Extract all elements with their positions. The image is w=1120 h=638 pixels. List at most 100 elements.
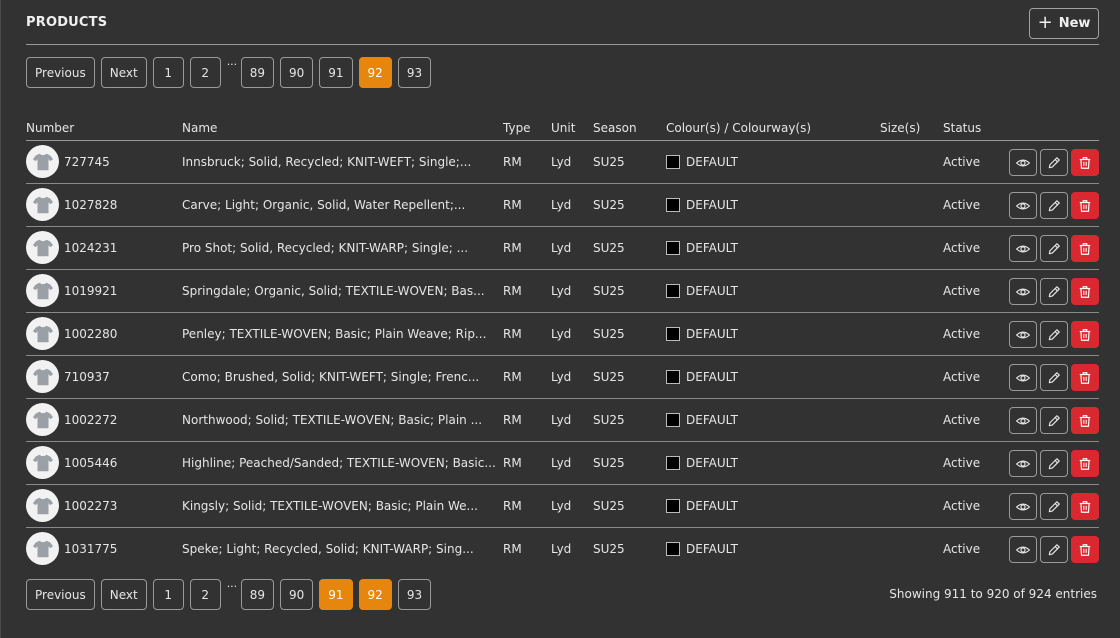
view-button[interactable]	[1009, 321, 1037, 348]
pagination-bottom-page-91[interactable]: 91	[319, 579, 353, 610]
new-product-button[interactable]: + New	[1029, 8, 1099, 39]
colour-label: DEFAULT	[686, 327, 738, 341]
view-button[interactable]	[1009, 192, 1037, 219]
delete-button[interactable]	[1071, 407, 1099, 434]
delete-button[interactable]	[1071, 321, 1099, 348]
view-button[interactable]	[1009, 493, 1037, 520]
cell-status: Active	[943, 499, 981, 513]
pagination-bottom-page-1[interactable]: 1	[152, 579, 184, 610]
pagination-bottom-next-button[interactable]: Next	[100, 579, 147, 610]
delete-button[interactable]	[1071, 536, 1099, 563]
cell-status: Active	[943, 370, 981, 384]
column-header-colour-s-colourway-s: Colour(s) / Colourway(s)	[666, 121, 812, 135]
view-button[interactable]	[1009, 235, 1037, 262]
edit-button[interactable]	[1040, 149, 1068, 176]
delete-button[interactable]	[1071, 235, 1099, 262]
row-actions	[1009, 278, 1099, 305]
delete-button[interactable]	[1071, 450, 1099, 477]
view-button[interactable]	[1009, 149, 1037, 176]
pagination-top-page-90[interactable]: 90	[279, 57, 314, 88]
trash-icon	[1078, 414, 1092, 428]
view-button[interactable]	[1009, 407, 1037, 434]
trash-icon	[1078, 328, 1092, 342]
row-actions	[1009, 493, 1099, 520]
edit-button[interactable]	[1040, 321, 1068, 348]
cell-type: RM	[503, 284, 522, 298]
pencil-icon	[1047, 457, 1061, 471]
row-actions	[1009, 321, 1099, 348]
cell-name: Highline; Peached/Sanded; TEXTILE-WOVEN;…	[182, 456, 496, 470]
colour-label: DEFAULT	[686, 370, 738, 384]
row-actions	[1009, 149, 1099, 176]
delete-button[interactable]	[1071, 364, 1099, 391]
delete-button[interactable]	[1071, 278, 1099, 305]
view-button[interactable]	[1009, 536, 1037, 563]
eye-icon	[1016, 457, 1030, 471]
colour-label: DEFAULT	[686, 155, 738, 169]
table-row[interactable]: 727745 Innsbruck; Solid, Recycled; KNIT-W…	[26, 141, 1099, 184]
eye-icon	[1016, 199, 1030, 213]
table-row[interactable]: 1031775 Speke; Light; Recycled, Solid; KN…	[26, 528, 1099, 571]
cell-name: Pro Shot; Solid, Recycled; KNIT-WARP; Si…	[182, 241, 469, 255]
edit-button[interactable]	[1040, 278, 1068, 305]
view-button[interactable]	[1009, 364, 1037, 391]
cell-status: Active	[943, 413, 981, 427]
pagination-bottom-page-92[interactable]: 92	[358, 579, 392, 610]
eye-icon	[1016, 328, 1030, 342]
cell-type: RM	[503, 499, 522, 513]
trash-icon	[1078, 156, 1092, 170]
cell-colour: DEFAULT	[666, 198, 738, 212]
colour-label: DEFAULT	[686, 284, 738, 298]
pagination-top-page-89[interactable]: 89	[240, 57, 274, 88]
colour-swatch	[666, 413, 680, 427]
cell-colour: DEFAULT	[666, 284, 738, 298]
row-actions	[1009, 235, 1099, 262]
delete-button[interactable]	[1071, 192, 1099, 219]
pencil-icon	[1047, 199, 1061, 213]
edit-button[interactable]	[1040, 407, 1068, 434]
pagination-top-page-92[interactable]: 92	[358, 57, 392, 88]
pagination-top-page-91[interactable]: 91	[319, 57, 353, 88]
row-actions	[1009, 450, 1099, 477]
pagination-top-next-button[interactable]: Next	[100, 57, 147, 88]
edit-button[interactable]	[1040, 536, 1068, 563]
pagination-bottom-ellipsis: ...	[226, 577, 238, 590]
colour-swatch	[666, 499, 680, 513]
pagination-top-page-1[interactable]: 1	[152, 57, 184, 88]
pencil-icon	[1047, 156, 1061, 170]
pagination-bottom-page-2[interactable]: 2	[189, 579, 221, 610]
pagination-bottom-page-93[interactable]: 93	[397, 579, 432, 610]
cell-season: SU25	[593, 499, 625, 513]
pencil-icon	[1047, 371, 1061, 385]
view-button[interactable]	[1009, 278, 1037, 305]
view-button[interactable]	[1009, 450, 1037, 477]
pagination-top-previous-button[interactable]: Previous	[26, 57, 95, 88]
table-row[interactable]: 1002280 Penley; TEXTILE-WOVEN; Basic; Pla…	[26, 313, 1099, 356]
pagination-bottom-page-89[interactable]: 89	[240, 579, 274, 610]
table-row[interactable]: 1002273 Kingsly; Solid; TEXTILE-WOVEN; Ba…	[26, 485, 1099, 528]
colour-swatch	[666, 542, 680, 556]
table-row[interactable]: 1024231 Pro Shot; Solid, Recycled; KNIT-W…	[26, 227, 1099, 270]
edit-button[interactable]	[1040, 235, 1068, 262]
pagination-top-page-2[interactable]: 2	[189, 57, 221, 88]
table-row[interactable]: 1027828 Carve; Light; Organic, Solid, Wat…	[26, 184, 1099, 227]
cell-type: RM	[503, 327, 522, 341]
table-row[interactable]: 1005446 Highline; Peached/Sanded; TEXTILE…	[26, 442, 1099, 485]
edit-button[interactable]	[1040, 192, 1068, 219]
table-row[interactable]: 710937 Como; Brushed, Solid; KNIT-WEFT; S…	[26, 356, 1099, 399]
table-row[interactable]: 1019921 Springdale; Organic, Solid; TEXTI…	[26, 270, 1099, 313]
edit-button[interactable]	[1040, 450, 1068, 477]
row-actions	[1009, 407, 1099, 434]
edit-button[interactable]	[1040, 364, 1068, 391]
delete-button[interactable]	[1071, 493, 1099, 520]
cell-name: Speke; Light; Recycled, Solid; KNIT-WARP…	[182, 542, 474, 556]
colour-swatch	[666, 370, 680, 384]
edit-button[interactable]	[1040, 493, 1068, 520]
pagination-bottom-previous-button[interactable]: Previous	[26, 579, 95, 610]
table-row[interactable]: 1002272 Northwood; Solid; TEXTILE-WOVEN; …	[26, 399, 1099, 442]
delete-button[interactable]	[1071, 149, 1099, 176]
pagination-bottom-page-90[interactable]: 90	[279, 579, 314, 610]
eye-icon	[1016, 414, 1030, 428]
pagination-top-page-93[interactable]: 93	[397, 57, 432, 88]
cell-season: SU25	[593, 241, 625, 255]
